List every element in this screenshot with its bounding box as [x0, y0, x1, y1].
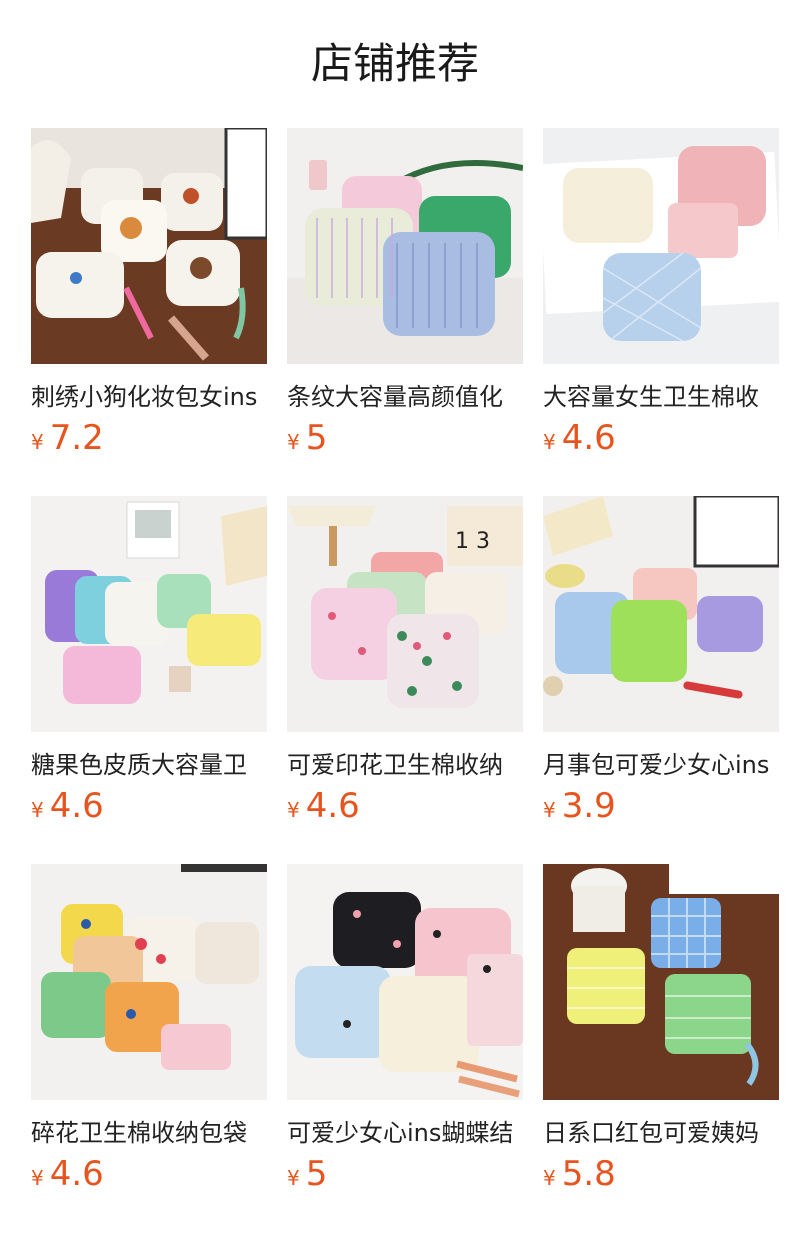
- product-title[interactable]: 可爱少女心ins蝴蝶结: [287, 1118, 523, 1148]
- product-image[interactable]: 1 3: [287, 496, 523, 732]
- price-value: 5: [305, 1154, 328, 1194]
- price-value: 4.6: [49, 786, 104, 826]
- product-price: ¥5: [287, 418, 523, 464]
- price-value: 4.6: [49, 1154, 104, 1194]
- product-image[interactable]: [31, 496, 267, 732]
- currency-symbol: ¥: [287, 798, 300, 822]
- price-value: 3.9: [561, 786, 616, 826]
- currency-symbol: ¥: [543, 430, 556, 454]
- currency-symbol: ¥: [287, 1166, 300, 1190]
- currency-symbol: ¥: [31, 798, 44, 822]
- price-value: 7.2: [49, 418, 104, 458]
- price-value: 4.6: [305, 786, 360, 826]
- product-title[interactable]: 碎花卫生棉收纳包袋: [31, 1118, 267, 1148]
- currency-symbol: ¥: [31, 1166, 44, 1190]
- product-card[interactable]: 1 3 可爱印花卫生棉收纳 ¥4.6: [287, 496, 523, 832]
- product-card[interactable]: 日系口红包可爱姨妈 ¥5.8: [543, 864, 779, 1200]
- product-card[interactable]: 大容量女生卫生棉收 ¥4.6: [543, 128, 779, 464]
- product-image[interactable]: [543, 496, 779, 732]
- product-card[interactable]: 糖果色皮质大容量卫 ¥4.6: [31, 496, 267, 832]
- product-image[interactable]: [543, 128, 779, 364]
- price-value: 5.8: [561, 1154, 616, 1194]
- page-title: 店铺推荐: [310, 39, 479, 88]
- product-price: ¥7.2: [31, 418, 267, 464]
- currency-symbol: ¥: [287, 430, 300, 454]
- product-card[interactable]: 条纹大容量高颜值化 ¥5: [287, 128, 523, 464]
- product-image[interactable]: [287, 864, 523, 1100]
- currency-symbol: ¥: [543, 1166, 556, 1190]
- product-title[interactable]: 糖果色皮质大容量卫: [31, 750, 267, 780]
- price-value: 5: [305, 418, 328, 458]
- product-image[interactable]: [287, 128, 523, 364]
- product-card[interactable]: 碎花卫生棉收纳包袋 ¥4.6: [31, 864, 267, 1200]
- currency-symbol: ¥: [543, 798, 556, 822]
- product-price: ¥4.6: [543, 418, 779, 464]
- product-card[interactable]: 可爱少女心ins蝴蝶结 ¥5: [287, 864, 523, 1200]
- product-title[interactable]: 日系口红包可爱姨妈: [543, 1118, 779, 1148]
- product-title[interactable]: 可爱印花卫生棉收纳: [287, 750, 523, 780]
- product-title[interactable]: 条纹大容量高颜值化: [287, 382, 523, 412]
- currency-symbol: ¥: [31, 430, 44, 454]
- product-price: ¥5.8: [543, 1154, 779, 1200]
- product-image[interactable]: [543, 864, 779, 1100]
- price-value: 4.6: [561, 418, 616, 458]
- svg-text:1 3: 1 3: [455, 529, 490, 554]
- product-title[interactable]: 刺绣小狗化妆包女ins: [31, 382, 267, 412]
- product-image[interactable]: [31, 128, 267, 364]
- product-title[interactable]: 大容量女生卫生棉收: [543, 382, 779, 412]
- product-price: ¥4.6: [287, 786, 523, 832]
- product-grid: 刺绣小狗化妆包女ins ¥7.2 条纹大容量高颜值化 ¥ 5 大容量女生卫生棉收…: [31, 128, 779, 1200]
- product-price: ¥3.9: [543, 786, 779, 832]
- product-image[interactable]: [31, 864, 267, 1100]
- product-price: ¥5: [287, 1154, 523, 1200]
- product-price: ¥4.6: [31, 786, 267, 832]
- product-card[interactable]: 刺绣小狗化妆包女ins ¥7.2: [31, 128, 267, 464]
- product-card[interactable]: 月事包可爱少女心ins ¥3.9: [543, 496, 779, 832]
- product-title[interactable]: 月事包可爱少女心ins: [543, 750, 779, 780]
- product-price: ¥4.6: [31, 1154, 267, 1200]
